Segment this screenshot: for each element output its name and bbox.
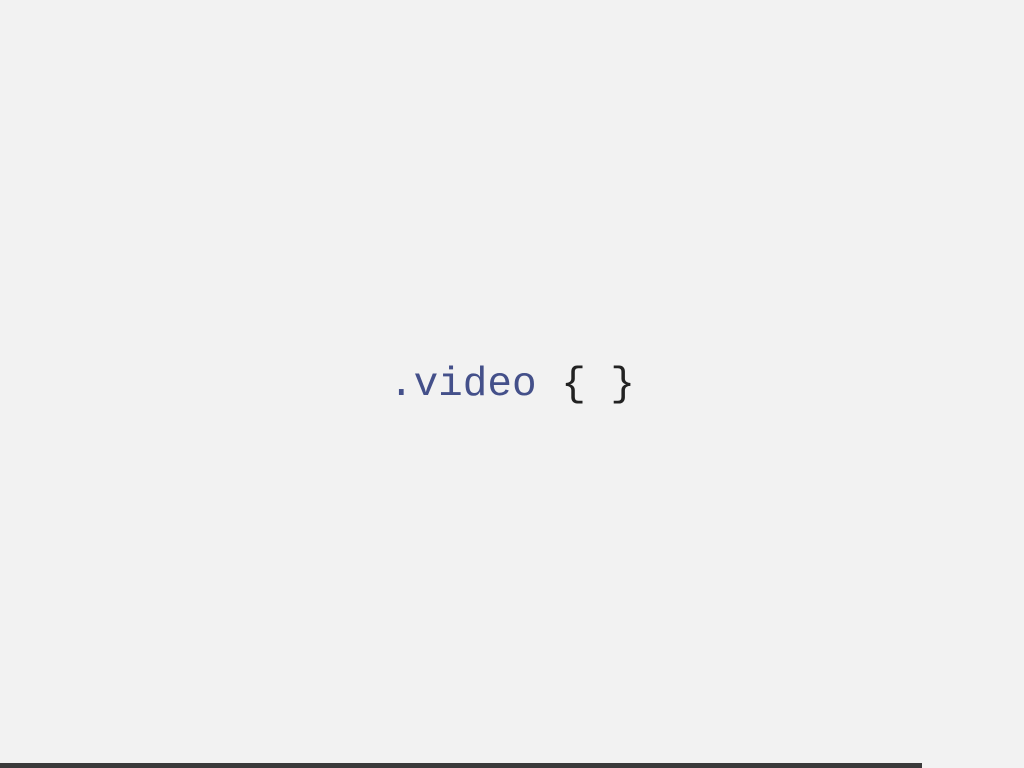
slide-progress-bar	[0, 763, 1024, 768]
css-code-line: .video { }	[0, 359, 1024, 411]
slide-progress-fill	[0, 763, 922, 768]
css-selector: .video	[388, 362, 537, 408]
open-brace: {	[561, 362, 586, 408]
presentation-slide: .video { }	[0, 0, 1024, 768]
close-brace: }	[610, 362, 636, 408]
